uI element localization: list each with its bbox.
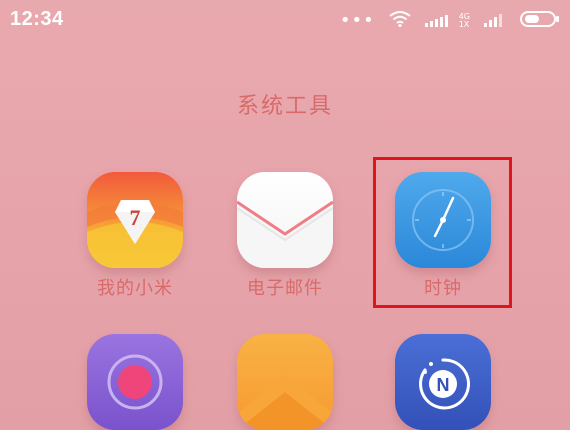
app-recorder[interactable] bbox=[75, 334, 195, 430]
highlight-box bbox=[373, 157, 512, 308]
envelope-icon bbox=[237, 172, 333, 268]
battery-icon bbox=[520, 10, 560, 32]
app-navigation[interactable]: N bbox=[383, 334, 503, 430]
status-time: 12:34 bbox=[10, 8, 64, 30]
record-icon bbox=[87, 334, 183, 430]
mi-diamond-icon: 7 bbox=[87, 172, 183, 268]
mi-badge-number: 7 bbox=[130, 205, 141, 230]
app-label: 我的小米 bbox=[97, 278, 173, 299]
status-bar: 12:34 ••• 4G 1X bbox=[0, 0, 570, 44]
app-email[interactable]: 电子邮件 bbox=[225, 172, 345, 300]
app-my-mi[interactable]: 7 我的小米 bbox=[75, 172, 195, 300]
navigation-n-icon: N bbox=[395, 334, 491, 430]
wifi-icon bbox=[389, 11, 411, 31]
signal-icon bbox=[484, 12, 506, 31]
network-type-label: 4G 1X bbox=[458, 12, 470, 29]
nav-badge-letter: N bbox=[437, 375, 450, 395]
signal-icon bbox=[424, 12, 455, 31]
app-yellow[interactable] bbox=[225, 334, 345, 430]
more-dots-icon: ••• bbox=[339, 10, 375, 31]
up-arrow-icon bbox=[237, 334, 333, 430]
status-icons: ••• 4G 1X bbox=[340, 10, 560, 32]
app-label: 电子邮件 bbox=[247, 278, 323, 299]
folder-title: 系统工具 bbox=[236, 94, 333, 119]
